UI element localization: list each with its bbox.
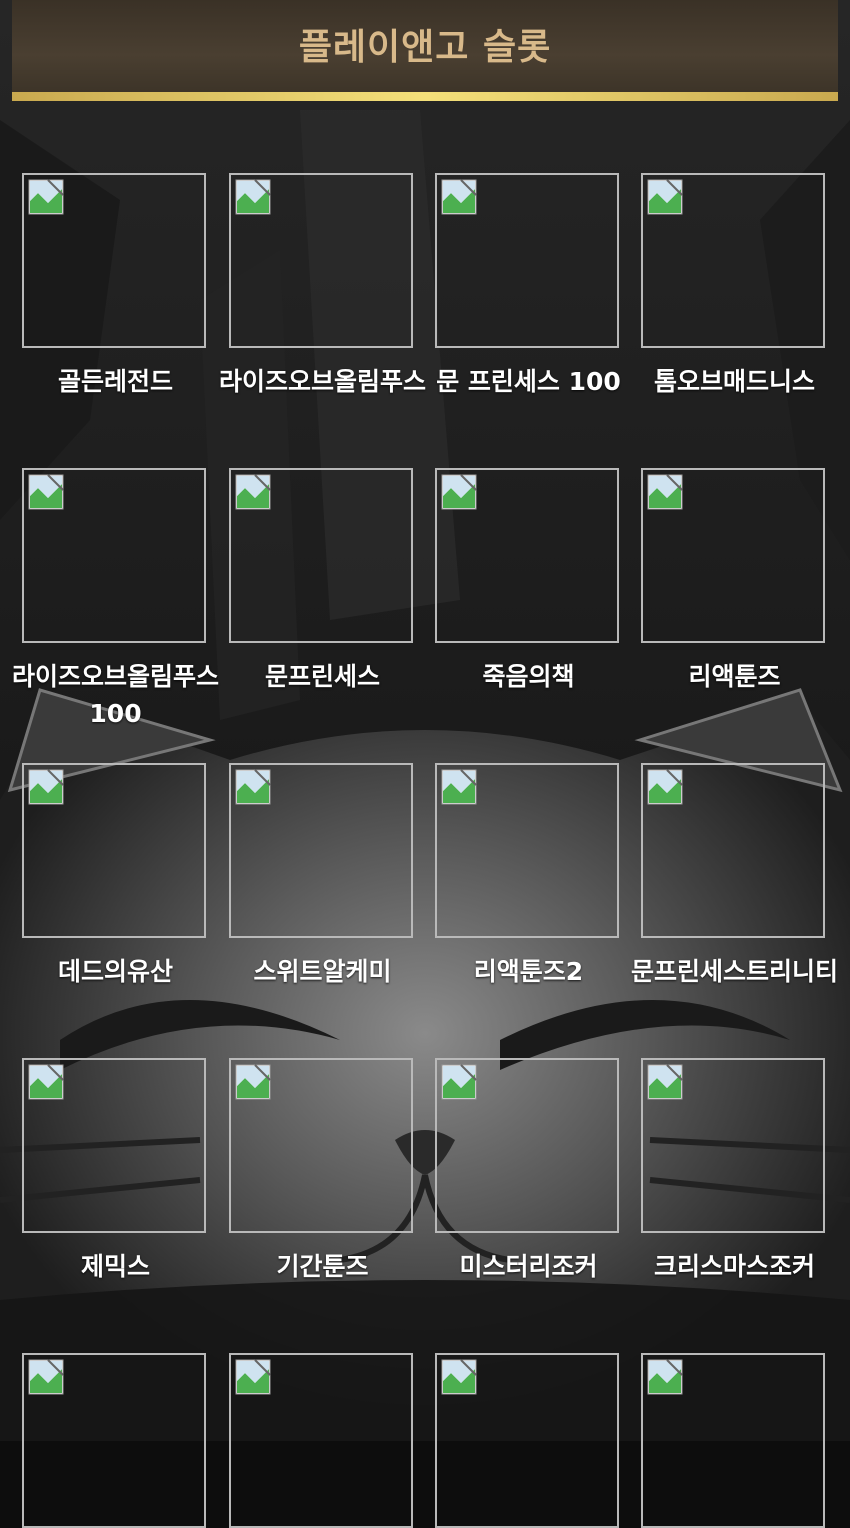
game-thumbnail[interactable] <box>22 468 206 643</box>
game-name[interactable]: 톰오브매드니스 <box>631 363 838 400</box>
game-thumbnail[interactable] <box>641 468 825 643</box>
game-name[interactable]: 미스터리조커 <box>425 1248 632 1285</box>
game-grid: 골든레전드 라이즈오브올림푸스 문 프린세스 100 톰오브매드니스 라이즈오브… <box>0 0 850 1528</box>
broken-image-icon <box>28 1359 64 1395</box>
game-name[interactable]: 골든레전드 <box>12 363 219 400</box>
game-thumbnail[interactable] <box>229 763 413 938</box>
broken-image-icon <box>28 769 64 805</box>
game-thumbnail[interactable] <box>435 763 619 938</box>
game-name[interactable]: 문 프린세스 100 <box>425 363 632 400</box>
broken-image-icon <box>441 1064 477 1100</box>
broken-image-icon <box>235 1064 271 1100</box>
game-thumbnail[interactable] <box>641 763 825 938</box>
game-thumbnail[interactable] <box>435 468 619 643</box>
game-thumbnail[interactable] <box>229 468 413 643</box>
broken-image-icon <box>441 179 477 215</box>
game-name[interactable]: 문프린세스 <box>219 658 426 695</box>
game-name[interactable]: 죽음의책 <box>425 658 632 695</box>
broken-image-icon <box>441 474 477 510</box>
game-name[interactable]: 라이즈오브올림푸스 <box>219 363 426 400</box>
game-name[interactable]: 라이즈오브올림푸스100 <box>12 658 219 732</box>
game-thumbnail[interactable] <box>22 1058 206 1233</box>
game-thumbnail[interactable] <box>435 1058 619 1233</box>
broken-image-icon <box>647 1359 683 1395</box>
game-name[interactable]: 리액툰즈2 <box>425 953 632 990</box>
game-name[interactable]: 데드의유산 <box>12 953 219 990</box>
broken-image-icon <box>647 179 683 215</box>
game-name[interactable]: 리액툰즈 <box>631 658 838 695</box>
game-name[interactable]: 스위트알케미 <box>219 953 426 990</box>
broken-image-icon <box>28 1064 64 1100</box>
game-thumbnail[interactable] <box>641 1058 825 1233</box>
game-name[interactable]: 문프린세스트리니티 <box>631 953 838 990</box>
broken-image-icon <box>28 179 64 215</box>
game-name[interactable]: 제믹스 <box>12 1248 219 1285</box>
broken-image-icon <box>647 769 683 805</box>
game-name[interactable]: 기간툰즈 <box>219 1248 426 1285</box>
broken-image-icon <box>235 179 271 215</box>
broken-image-icon <box>28 474 64 510</box>
game-thumbnail[interactable] <box>229 1058 413 1233</box>
game-thumbnail[interactable] <box>22 763 206 938</box>
game-thumbnail[interactable] <box>22 173 206 348</box>
broken-image-icon <box>235 1359 271 1395</box>
broken-image-icon <box>647 474 683 510</box>
broken-image-icon <box>647 1064 683 1100</box>
broken-image-icon <box>441 769 477 805</box>
game-thumbnail[interactable] <box>641 173 825 348</box>
broken-image-icon <box>235 474 271 510</box>
broken-image-icon <box>441 1359 477 1395</box>
game-name[interactable]: 크리스마스조커 <box>631 1248 838 1285</box>
broken-image-icon <box>235 769 271 805</box>
game-thumbnail[interactable] <box>229 173 413 348</box>
game-thumbnail[interactable] <box>435 173 619 348</box>
